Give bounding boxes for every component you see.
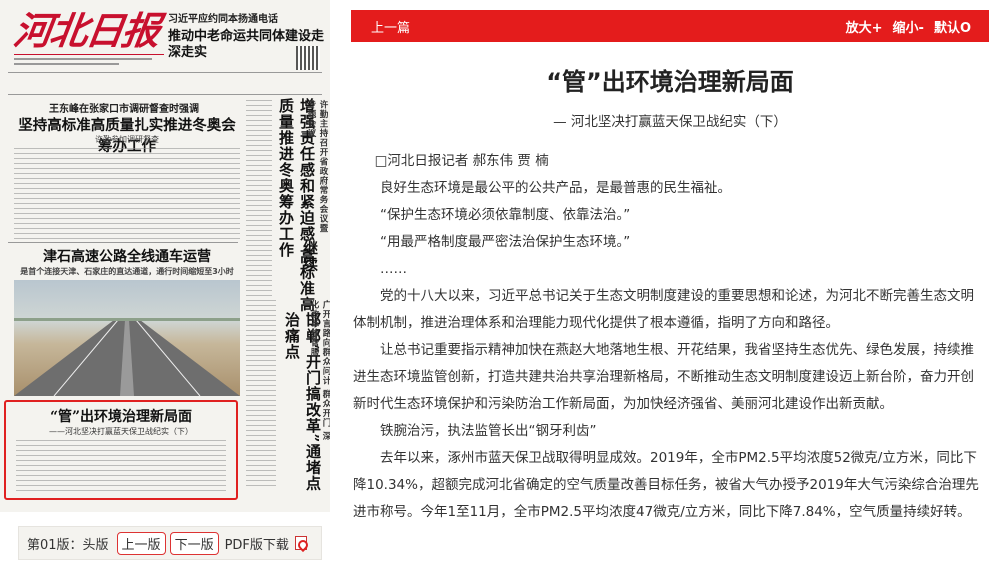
vertical-small-headline: 许勤主持召开省政府常务会议暨专题会议 — [306, 100, 328, 233]
qr-code-icon — [296, 46, 320, 70]
highlight-title: “管”出环境治理新局面 — [49, 409, 193, 425]
article-paragraph: “保护生态环境必须依靠制度、依靠法治。” — [380, 207, 631, 223]
masthead-logo: 河北日报 — [10, 8, 162, 53]
divider — [8, 72, 322, 73]
article-paragraph: “用最严格制度最严密法治保护生态环境。” — [380, 234, 631, 250]
divider — [8, 242, 238, 243]
font-size-tools: 放大+ 缩小- 默认O — [846, 17, 971, 36]
article-paragraph: 去年以来，涿州市蓝天保卫战取得明显成效。2019年，全市PM2.5平均浓度52微… — [353, 450, 979, 520]
vertical-headline-continued: 继续 — [301, 240, 319, 272]
article-paragraph: 良好生态环境是最公平的公共产品，是最普惠的民生福祉。 — [380, 180, 731, 196]
article-paragraph: …… — [380, 261, 407, 277]
article-title: “管”出环境治理新局面 — [546, 68, 794, 96]
vertical-small-headline: 广开言路向群众问计 群众开门 深化改革放管服 — [309, 300, 330, 441]
newspaper-page-image[interactable]: 河北日报 习近平应约同本扬通电话 推动中老命运共同体建设走深走实 王东峰在张家口… — [0, 0, 330, 512]
article-toolbar: 上一篇 放大+ 缩小- 默认O — [351, 10, 989, 42]
article-body: □河北日报记者 郝东伟 贾 楠 良好生态环境是最公平的公共产品，是最普惠的民生福… — [353, 148, 986, 526]
lead-subheadline: 许勤参加调研督查 — [95, 135, 159, 144]
text-column — [16, 440, 226, 494]
text-column — [14, 148, 240, 240]
prev-page-button[interactable]: 上一版 — [116, 531, 166, 555]
pdf-icon[interactable] — [294, 536, 307, 550]
prev-article-link[interactable]: 上一篇 — [371, 17, 410, 36]
article-paragraph: 让总书记重要指示精神加快在燕赵大地落地生根、开花结果，我省坚持生态优先、绿色发展… — [353, 342, 974, 412]
highlight-subtitle: ——河北坚决打赢蓝天保卫战纪实（下） — [49, 427, 193, 436]
article-paragraph: 党的十八大以来，习近平总书记关于生态文明制度建设的重要思想和论述，为河北不断完善… — [353, 288, 974, 331]
mid-headline: 津石高速公路全线通车运营 — [43, 249, 211, 265]
mid-subheadline: 是首个连接天津、石家庄的直达通道，通行时间缩短至3小时 — [20, 267, 234, 276]
masthead-info-lines — [14, 54, 164, 66]
edition-label: 第01版：头版 — [27, 537, 109, 553]
page-navigation: 第01版：头版 上一版 下一版 PDF版下载 — [18, 526, 322, 560]
highway-photo — [14, 280, 240, 396]
masthead: 河北日报 习近平应约同本扬通电话 推动中老命运共同体建设走深走实 — [8, 6, 324, 70]
selected-article-highlight[interactable]: “管”出环境治理新局面 ——河北坚决打赢蓝天保卫战纪实（下） — [4, 400, 238, 500]
default-size-button[interactable]: 默认O — [934, 17, 971, 36]
text-column — [246, 100, 272, 300]
pdf-download-link[interactable]: PDF版下载 — [225, 534, 289, 553]
lead-kicker: 王东峰在张家口市调研督查时强调 — [49, 104, 199, 115]
next-page-button[interactable]: 下一版 — [169, 531, 219, 555]
text-column — [246, 300, 276, 490]
divider — [8, 94, 322, 95]
top-kicker: 习近平应约同本扬通电话 — [168, 14, 278, 25]
zoom-out-button[interactable]: 缩小- — [893, 17, 924, 36]
article-subtitle: — 河北坚决打赢蓝天保卫战纪实（下） — [553, 114, 787, 130]
article-section-heading: 铁腕治污，执法监管长出“钢牙利齿” — [380, 423, 597, 439]
zoom-in-button[interactable]: 放大+ — [846, 17, 883, 36]
article-byline: □河北日报记者 郝东伟 贾 楠 — [374, 153, 549, 169]
